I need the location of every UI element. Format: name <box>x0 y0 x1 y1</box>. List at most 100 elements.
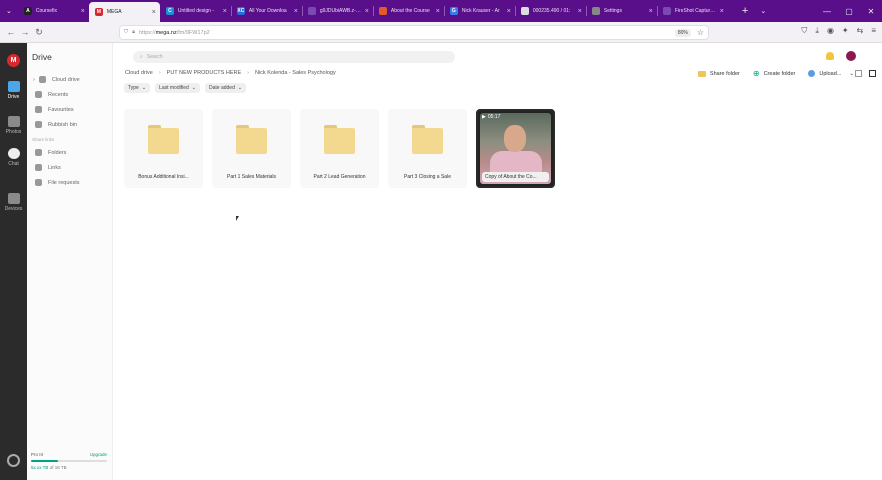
sidebar-item-favourites[interactable]: Favourites <box>35 106 74 113</box>
reload-icon[interactable]: ↻ <box>32 27 46 38</box>
sidebar-item-label: Favourites <box>48 106 74 113</box>
browser-tab[interactable]: A Coursefix × <box>18 0 89 22</box>
folder-card[interactable]: Bonus Additional Insi... <box>124 109 203 188</box>
sidebar-item-cloud-drive[interactable]: › Cloud drive <box>33 76 80 83</box>
tab-close-icon[interactable]: × <box>294 8 298 15</box>
filter-label: Type <box>128 85 139 91</box>
settings-icon[interactable] <box>7 454 20 467</box>
folder-card[interactable]: Part 3 Closing a Sale <box>388 109 467 188</box>
filter-date-added[interactable]: Date added ⌄ <box>205 83 247 93</box>
share-folder-label: Share folder <box>709 70 740 77</box>
browser-tab[interactable]: G Nick Krauser - Ar × <box>443 0 515 22</box>
browser-tab[interactable]: Settings × <box>585 0 657 22</box>
avatar[interactable] <box>846 51 856 61</box>
zoom-level[interactable]: 80% <box>674 28 691 37</box>
extensions-icon[interactable]: ✦ <box>842 26 849 36</box>
address-bar[interactable]: ⛉ 🔒︎ https:// mega.nz /fm/9FW17p2 80% ☆ <box>119 25 709 40</box>
browser-tab[interactable]: XC All Your Downloa × <box>230 0 302 22</box>
search-icon: ⌕ <box>140 54 143 60</box>
chevron-right-icon[interactable]: › <box>33 77 35 83</box>
breadcrumb-item[interactable]: Nick Kolenda - Sales Psychology <box>255 70 336 76</box>
tab-close-icon[interactable]: × <box>152 9 156 16</box>
sidebar-item-links[interactable]: Links <box>35 164 61 171</box>
sidebar-item-folders[interactable]: Folders <box>35 149 66 156</box>
list-view-icon[interactable] <box>855 70 862 77</box>
tab-close-icon[interactable]: × <box>649 8 653 15</box>
rail-item-label: Photos <box>5 129 22 135</box>
main-content: ⌕ Search Cloud drive › PUT NEW PRODUCTS HE… <box>113 43 882 480</box>
browser-tab[interactable]: FireShot Capture 046× <box>656 0 728 22</box>
storage-widget[interactable]: Pro III Upgrade 5x.xx TB of 16 TB <box>31 452 107 470</box>
browser-tab[interactable]: C Untitled design - × <box>160 0 231 22</box>
folder-card[interactable]: Part 1 Sales Materials <box>212 109 291 188</box>
upgrade-link[interactable]: Upgrade <box>90 452 107 457</box>
sync-icon[interactable]: ⇆ <box>857 26 864 36</box>
download-icon[interactable]: ⤓ <box>815 26 819 36</box>
create-folder-button[interactable]: ⊕ Create folder <box>753 69 796 78</box>
browser-tab[interactable]: 000235.490 / 01: × <box>514 0 586 22</box>
sidebar-item-rubbish-bin[interactable]: Rubbish bin <box>35 121 77 128</box>
pocket-icon[interactable]: ⛉ <box>801 26 807 36</box>
folder-card[interactable]: Part 2 Lead Generation <box>300 109 379 188</box>
rail-item-photos[interactable]: Photos <box>0 116 27 135</box>
video-card[interactable]: ▶ 05:17 Copy of About the Co... <box>476 109 555 188</box>
back-icon[interactable]: ← <box>4 27 18 37</box>
sidebar-item-file-requests[interactable]: File requests <box>35 179 80 186</box>
tab-close-icon[interactable]: × <box>223 8 227 15</box>
browser-tab[interactable]: About the Course × <box>372 0 444 22</box>
maximize-icon[interactable]: ▢ <box>838 7 860 16</box>
menu-icon[interactable]: ≡ <box>871 26 876 36</box>
tab-overflow-icon[interactable]: ⌄ <box>760 7 766 15</box>
window-controls: — ▢ ✕ <box>816 7 882 16</box>
browser-toolbar-icons: ⛉ ⤓ ◉ ✦ ⇆ ≡ <box>801 26 876 36</box>
tab-close-icon[interactable]: × <box>365 8 369 15</box>
breadcrumb-separator: › <box>247 70 249 76</box>
tab-close-icon[interactable]: × <box>507 8 511 15</box>
tab-label: Coursefix <box>35 8 57 14</box>
breadcrumb-item[interactable]: PUT NEW PRODUCTS HERE <box>167 70 241 76</box>
search-input[interactable]: ⌕ Search <box>133 51 455 63</box>
rail-item-chat[interactable]: Chat <box>0 148 27 167</box>
tab-favicon-icon <box>662 7 671 15</box>
tab-close-icon[interactable]: × <box>720 8 724 15</box>
rail-item-devices[interactable]: Devices <box>0 193 27 212</box>
browser-tab[interactable]: g9JDUbiAWB.z-9-y-s × <box>301 0 373 22</box>
close-window-icon[interactable]: ✕ <box>860 7 882 16</box>
url-prefix: https:// <box>139 29 156 36</box>
chevron-down-icon: ⌄ <box>191 85 196 91</box>
minimize-icon[interactable]: — <box>816 7 838 16</box>
drive-sidebar: Drive › Cloud drive Recents Favourites Rubbi… <box>27 43 113 480</box>
browser-nav-bar: ← → ↻ ⛉ 🔒︎ https:// mega.nz /fm/9FW17p2 … <box>0 22 882 43</box>
bookmark-star-icon[interactable]: ☆ <box>697 28 704 37</box>
tab-label: FireShot Capture 046 <box>674 8 718 14</box>
folder-name: Bonus Additional Insi... <box>138 174 189 180</box>
folder-name: Part 3 Closing a Sale <box>404 174 451 180</box>
drive-icon <box>7 81 20 92</box>
account-icon[interactable]: ◉ <box>827 26 834 36</box>
forward-icon[interactable]: → <box>18 27 32 37</box>
search-placeholder: Search <box>146 54 163 60</box>
notifications-icon[interactable] <box>826 52 834 60</box>
sidebar-item-recents[interactable]: Recents <box>35 91 68 98</box>
share-folder-button[interactable]: Share folder <box>697 70 740 77</box>
filter-type[interactable]: Type ⌄ <box>124 83 151 93</box>
tab-close-icon[interactable]: × <box>578 8 582 15</box>
video-duration: ▶ 05:17 <box>482 114 500 120</box>
tab-list-icon[interactable]: ⌄ <box>0 7 18 15</box>
tab-close-icon[interactable]: × <box>436 8 440 15</box>
sidebar-item-label: Rubbish bin <box>48 121 78 128</box>
link-icon <box>35 164 42 171</box>
folder-body <box>412 128 443 154</box>
grid-view-icon[interactable] <box>869 70 876 77</box>
tab-close-icon[interactable]: × <box>81 8 85 15</box>
upload-button[interactable]: Upload... ⌄ <box>808 70 854 77</box>
tab-label: Nick Krauser - Ar <box>461 8 500 14</box>
tab-favicon-icon <box>378 7 387 15</box>
mega-logo[interactable]: M <box>7 54 20 67</box>
rail-item-drive[interactable]: Drive <box>0 81 27 100</box>
filter-last-modified[interactable]: Last modified ⌄ <box>155 83 200 93</box>
breadcrumb-item[interactable]: Cloud drive <box>125 70 153 76</box>
browser-tab[interactable]: M MEGA × <box>88 2 160 22</box>
new-tab-button[interactable]: + <box>734 5 756 17</box>
folder-name: Part 1 Sales Materials <box>227 174 276 180</box>
